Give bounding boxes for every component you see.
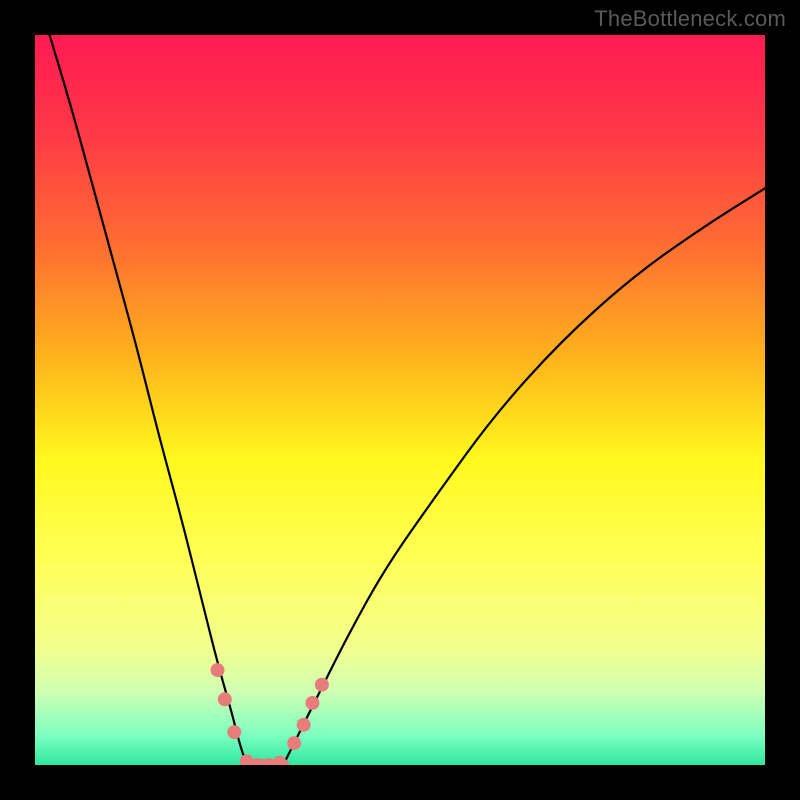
series-right-curve (283, 188, 765, 765)
chart-frame: TheBottleneck.com (0, 0, 800, 800)
data-marker (305, 696, 319, 710)
data-marker (273, 756, 287, 765)
plot-area (35, 35, 765, 765)
data-marker (297, 718, 311, 732)
curve-layer (35, 35, 765, 765)
watermark-text: TheBottleneck.com (594, 6, 786, 32)
data-marker (227, 725, 241, 739)
data-marker (287, 736, 301, 750)
data-marker (211, 663, 225, 677)
data-marker (218, 692, 232, 706)
series-left-curve (50, 35, 247, 765)
data-marker (315, 678, 329, 692)
